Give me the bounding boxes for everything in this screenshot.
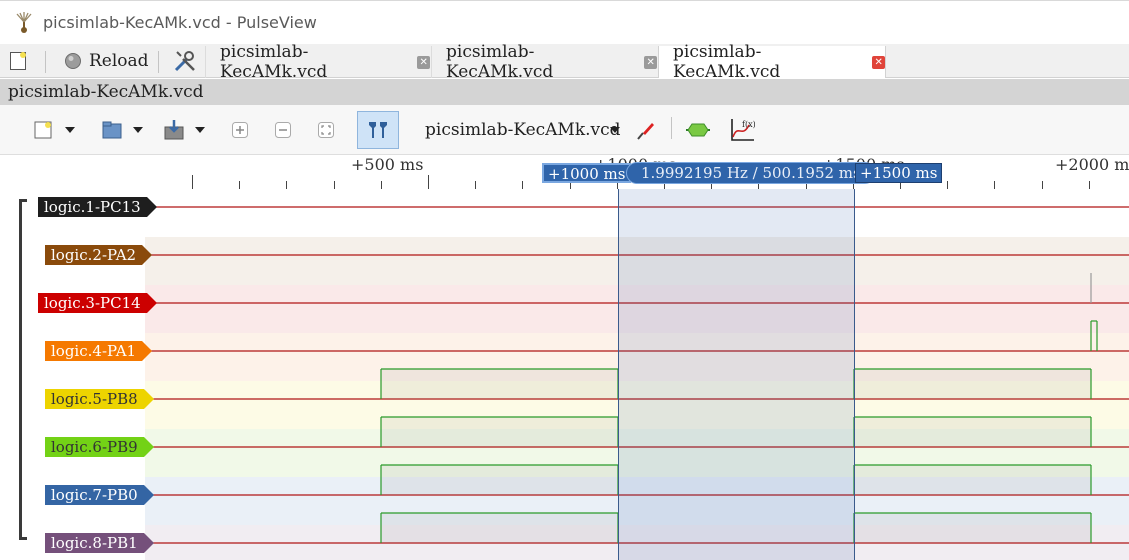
toolbar-separator: [45, 51, 46, 73]
save-icon: [164, 120, 184, 140]
trace-pulse-fill: [381, 465, 618, 495]
close-icon[interactable]: ✕: [644, 55, 657, 69]
add-math-signal-button[interactable]: f(x): [727, 111, 757, 149]
ruler-tick: [428, 175, 429, 189]
new-document-icon: [34, 121, 52, 139]
tab-label: picsimlab-KecAMk.vcd: [220, 42, 328, 82]
signal-label[interactable]: logic.4-PA1: [45, 341, 153, 361]
reload-label: Reload: [89, 51, 149, 71]
tab-session-1[interactable]: picsimlab-KecAMk.vcd ✕: [205, 42, 430, 82]
trace-pulse-fill: [381, 417, 618, 447]
probe-icon: [637, 123, 654, 140]
ruler-label: +2000 ms: [1055, 155, 1129, 174]
chevron-down-icon: [65, 127, 75, 133]
trace-pulse-fill: [854, 513, 1091, 543]
ruler-label: +500 ms: [351, 155, 424, 174]
window-title: picsimlab-KecAMk.vcd - PulseView: [43, 13, 317, 32]
ruler-tick: [380, 181, 382, 189]
session-title: picsimlab-KecAMk.vcd: [0, 79, 1129, 105]
settings-button[interactable]: [173, 49, 197, 73]
main-bar: Reload picsimlab-KecAMk.vcd ✕ picsimlab-…: [0, 42, 1129, 82]
device-dropdown-button[interactable]: [604, 111, 626, 149]
configure-device-button[interactable]: [632, 111, 660, 149]
ruler-tick: [333, 181, 335, 189]
cursor-right-line[interactable]: [854, 189, 855, 560]
trace-view[interactable]: [145, 189, 1129, 560]
new-view-button[interactable]: [24, 111, 84, 149]
ruler-tick: [1041, 181, 1043, 189]
new-session-button[interactable]: [9, 49, 27, 73]
cursor-delta-label[interactable]: 1.9992195 Hz / 500.1952 ms: [626, 162, 876, 184]
decoder-icon: [686, 123, 710, 137]
show-cursors-toggle[interactable]: [357, 111, 399, 149]
reload-button[interactable]: Reload: [64, 49, 149, 73]
tools-icon: [174, 51, 195, 72]
zoom-out-button[interactable]: [271, 111, 295, 149]
reload-icon: [65, 53, 81, 69]
tab-session-3[interactable]: picsimlab-KecAMk.vcd ✕: [658, 42, 886, 82]
close-icon[interactable]: ✕: [872, 55, 885, 69]
cursor-left-marker[interactable]: +1000 ms: [542, 163, 632, 183]
chevron-down-icon: [133, 127, 143, 133]
signal-label[interactable]: logic.1-PC13: [38, 197, 157, 217]
ruler-tick: [994, 181, 996, 189]
math-function-icon: f(x): [731, 119, 755, 141]
ruler-tick: [947, 181, 949, 189]
zoom-in-icon: [232, 122, 248, 138]
device-selector-label[interactable]: picsimlab-KecAMk.vcd: [425, 120, 621, 140]
zoom-fit-button[interactable]: [314, 111, 338, 149]
ruler-tick: [1088, 181, 1090, 189]
session-toolbar: picsimlab-KecAMk.vcd f(x): [0, 105, 1129, 155]
svg-text:f(x): f(x): [742, 120, 755, 129]
tab-session-2[interactable]: picsimlab-KecAMk.vcd ✕: [431, 42, 657, 82]
signal-label[interactable]: logic.7-PB0: [45, 485, 154, 505]
signal-group-bracket[interactable]: [19, 199, 27, 540]
add-decoder-button[interactable]: [684, 111, 712, 149]
signal-label[interactable]: logic.2-PA2: [45, 245, 153, 265]
signal-label[interactable]: logic.6-PB9: [45, 437, 154, 457]
zoom-in-button[interactable]: [228, 111, 252, 149]
chevron-down-icon: [610, 127, 620, 133]
zoom-out-icon: [275, 122, 291, 138]
toolbar-separator: [671, 117, 672, 139]
cursor-region: [618, 189, 854, 560]
ruler-tick: [286, 181, 288, 189]
trace-pulse-fill: [381, 369, 618, 399]
open-folder-icon: [102, 121, 122, 139]
tab-label: picsimlab-KecAMk.vcd: [446, 42, 554, 82]
trace-pulse-fill: [854, 417, 1091, 447]
trace-pulse-fill: [381, 513, 618, 543]
signal-label[interactable]: logic.3-PC14: [38, 293, 157, 313]
signal-label[interactable]: logic.5-PB8: [45, 389, 154, 409]
tab-label: picsimlab-KecAMk.vcd: [673, 42, 781, 82]
trace-pulse-fill: [854, 369, 1091, 399]
open-button[interactable]: [94, 111, 150, 149]
ruler-tick: [239, 181, 241, 189]
save-button[interactable]: [156, 111, 212, 149]
close-icon[interactable]: ✕: [417, 55, 430, 69]
zoom-fit-icon: [318, 122, 334, 138]
cursor-right-marker[interactable]: +1500 ms: [855, 163, 943, 183]
ruler-tick: [192, 175, 193, 189]
toolbar-separator: [158, 51, 159, 73]
cursor-left-line[interactable]: [618, 189, 619, 560]
ruler-tick: [522, 181, 524, 189]
trace-pulse-fill: [854, 465, 1091, 495]
signal-label[interactable]: logic.8-PB1: [45, 533, 154, 553]
cursors-icon: [369, 122, 387, 138]
title-bar: picsimlab-KecAMk.vcd - PulseView: [0, 0, 1129, 44]
new-document-icon: [10, 52, 26, 70]
ruler-tick: [475, 181, 477, 189]
chevron-down-icon: [195, 127, 205, 133]
pulseview-app-icon: [16, 11, 32, 33]
